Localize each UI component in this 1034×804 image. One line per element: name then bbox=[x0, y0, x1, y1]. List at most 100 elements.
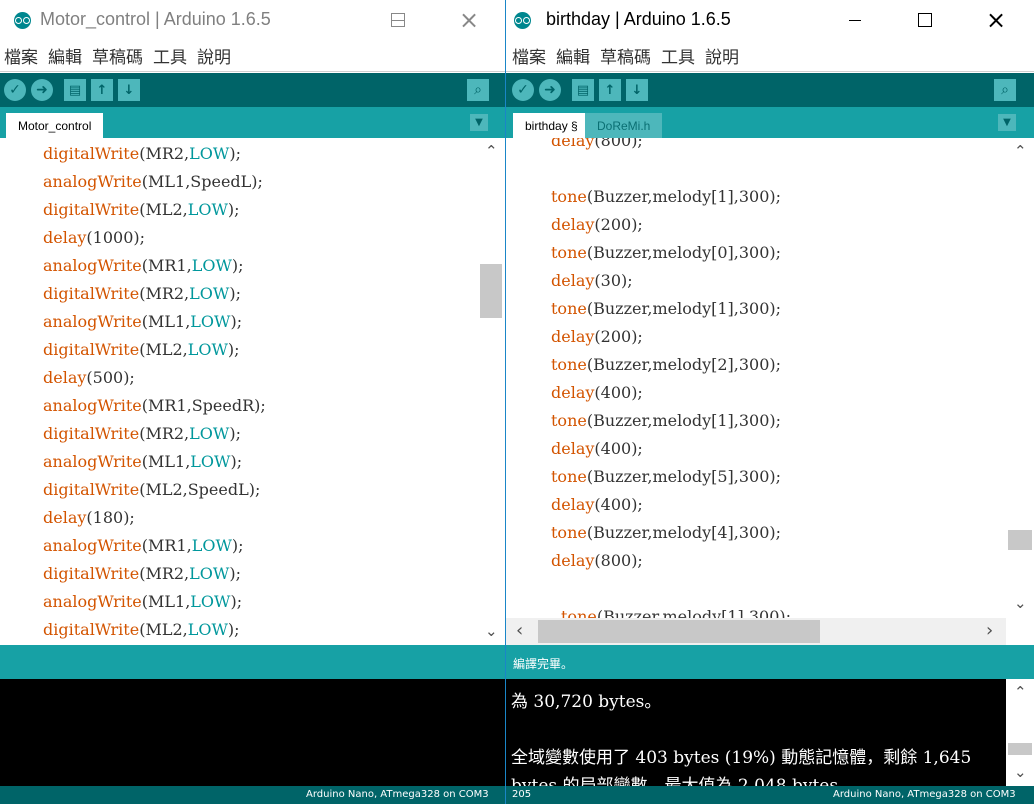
arduino-logo-icon bbox=[514, 12, 531, 29]
code-line: analogWrite(ML1,LOW); bbox=[43, 588, 242, 616]
serial-monitor-icon[interactable]: ⌕ bbox=[467, 79, 489, 101]
menu-sketch[interactable]: 草稿碼 bbox=[600, 43, 651, 68]
scroll-up-icon[interactable]: ⌃ bbox=[1014, 144, 1027, 159]
code-line: tone(Buzzer,melody[1],300); bbox=[561, 603, 791, 618]
code-token: delay bbox=[551, 271, 595, 290]
code-token: delay bbox=[43, 228, 87, 247]
code-token: ); bbox=[229, 564, 241, 583]
tab-menu-icon[interactable]: ▼ bbox=[470, 114, 488, 131]
code-line: analogWrite(MR1,LOW); bbox=[43, 532, 244, 560]
menu-tools[interactable]: 工具 bbox=[661, 43, 695, 68]
new-sketch-icon[interactable]: ▤ bbox=[572, 79, 594, 101]
scroll-right-icon[interactable]: › bbox=[986, 622, 993, 640]
code-token: (ML2, bbox=[139, 200, 188, 219]
console-vertical-scrollbar[interactable]: ⌃ ⌄ bbox=[1006, 679, 1034, 786]
open-sketch-icon[interactable]: ↑ bbox=[91, 79, 113, 101]
code-token: ); bbox=[230, 452, 243, 471]
editor-horizontal-scrollbar[interactable]: ‹ › bbox=[506, 618, 1006, 645]
code-token: (ML1, bbox=[141, 592, 191, 611]
code-token: analogWrite bbox=[43, 396, 142, 415]
maximize-button[interactable] bbox=[375, 0, 421, 40]
tab-motor-control[interactable]: Motor_control bbox=[6, 113, 104, 138]
code-token: (MR1,SpeedR); bbox=[141, 396, 266, 415]
code-line: tone(Buzzer,melody[1],300); bbox=[551, 407, 781, 435]
code-token: digitalWrite bbox=[43, 284, 140, 303]
verify-icon[interactable]: ✓ bbox=[4, 79, 26, 101]
status-message: 編譯完畢。 bbox=[513, 657, 574, 671]
editor-vertical-scrollbar[interactable]: ⌃ ⌄ bbox=[1006, 138, 1034, 618]
scroll-up-icon[interactable]: ⌃ bbox=[485, 144, 498, 159]
code-line: analogWrite(ML1,LOW); bbox=[43, 308, 242, 336]
code-token: LOW bbox=[191, 256, 232, 275]
code-token: (Buzzer,melody[1],300); bbox=[596, 607, 792, 618]
serial-monitor-icon[interactable]: ⌕ bbox=[994, 79, 1016, 101]
code-token: (MR2, bbox=[139, 144, 190, 163]
maximize-button[interactable] bbox=[902, 0, 948, 40]
code-token: LOW bbox=[190, 452, 231, 471]
code-token: (ML1, bbox=[141, 312, 191, 331]
code-line: analogWrite(ML1,SpeedL); bbox=[43, 168, 263, 196]
code-editor[interactable]: delay(800); tone(Buzzer,melody[1],300); de… bbox=[506, 138, 1006, 618]
menu-help[interactable]: 說明 bbox=[705, 43, 739, 68]
board-info: Arduino Nano, ATmega328 on COM3 bbox=[833, 789, 1016, 800]
code-token: delay bbox=[551, 383, 595, 402]
scrollbar-thumb[interactable] bbox=[1008, 530, 1032, 550]
scroll-down-icon[interactable]: ⌄ bbox=[1014, 596, 1027, 611]
save-sketch-icon[interactable]: ↓ bbox=[118, 79, 140, 101]
menu-file[interactable]: 檔案 bbox=[4, 43, 38, 68]
upload-icon[interactable]: ➜ bbox=[539, 79, 561, 101]
scroll-down-icon[interactable]: ⌄ bbox=[1014, 765, 1027, 780]
code-line: delay(200); bbox=[551, 323, 643, 351]
code-token: (Buzzer,melody[1],300); bbox=[586, 299, 782, 318]
scroll-left-icon[interactable]: ‹ bbox=[516, 622, 523, 640]
code-editor[interactable]: digitalWrite (MR2, LOW); analogWrite(ML1,Sp… bbox=[0, 138, 478, 645]
code-token: (400); bbox=[594, 439, 643, 458]
code-line: analogWrite(MR1,LOW); bbox=[43, 252, 244, 280]
editor-vertical-scrollbar[interactable]: ⌃ ⌄ bbox=[478, 138, 504, 645]
tab-doremi[interactable]: DoReMi.h bbox=[585, 113, 663, 138]
verify-icon[interactable]: ✓ bbox=[512, 79, 534, 101]
upload-icon[interactable]: ➜ bbox=[31, 79, 53, 101]
save-sketch-icon[interactable]: ↓ bbox=[626, 79, 648, 101]
code-token: (ML1, bbox=[141, 452, 191, 471]
code-line: delay(1000); bbox=[43, 224, 145, 252]
new-sketch-icon[interactable]: ▤ bbox=[64, 79, 86, 101]
scrollbar-thumb[interactable] bbox=[1008, 743, 1032, 755]
code-line: tone(Buzzer,melody[2],300); bbox=[551, 351, 781, 379]
code-line: delay(400); bbox=[551, 491, 643, 519]
menu-bar: 檔案 編輯 草稿碼 工具 說明 bbox=[506, 40, 1034, 72]
menu-help[interactable]: 說明 bbox=[197, 43, 231, 68]
close-button[interactable] bbox=[446, 0, 492, 40]
code-token: (500); bbox=[86, 368, 135, 387]
code-line: delay(180); bbox=[43, 504, 135, 532]
code-token: (400); bbox=[594, 495, 643, 514]
scroll-down-icon[interactable]: ⌄ bbox=[485, 624, 498, 639]
menu-edit[interactable]: 編輯 bbox=[556, 43, 590, 68]
menu-bar: 檔案 編輯 草稿碼 工具 說明 bbox=[0, 40, 505, 72]
scroll-up-icon[interactable]: ⌃ bbox=[1014, 685, 1027, 700]
code-token: delay bbox=[551, 138, 595, 150]
code-token: (ML2, bbox=[139, 340, 188, 359]
tab-bar: birthday § DoReMi.h ▼ bbox=[506, 107, 1034, 138]
minimize-button[interactable] bbox=[832, 0, 878, 40]
code-line: delay(400); bbox=[551, 435, 643, 463]
code-token: LOW bbox=[189, 564, 230, 583]
arduino-window-birthday: birthday | Arduino 1.6.5 檔案 編輯 草稿碼 工具 說明… bbox=[505, 0, 1034, 804]
tab-birthday[interactable]: birthday § bbox=[513, 113, 590, 138]
code-token: LOW bbox=[191, 536, 232, 555]
menu-sketch[interactable]: 草稿碼 bbox=[92, 43, 143, 68]
code-token: (ML2,SpeedL); bbox=[139, 480, 261, 499]
scrollbar-thumb[interactable] bbox=[538, 620, 820, 643]
menu-edit[interactable]: 編輯 bbox=[48, 43, 82, 68]
menu-tools[interactable]: 工具 bbox=[153, 43, 187, 68]
open-sketch-icon[interactable]: ↑ bbox=[599, 79, 621, 101]
code-line: delay(30); bbox=[551, 267, 633, 295]
tab-menu-icon[interactable]: ▼ bbox=[998, 114, 1016, 131]
code-line: digitalWrite(ML2,LOW); bbox=[43, 336, 240, 364]
menu-file[interactable]: 檔案 bbox=[512, 43, 546, 68]
code-token: (MR1, bbox=[141, 256, 192, 275]
close-button[interactable] bbox=[973, 0, 1019, 40]
footer-bar: 205 Arduino Nano, ATmega328 on COM3 bbox=[506, 786, 1034, 804]
scrollbar-thumb[interactable] bbox=[480, 264, 502, 318]
code-token: ); bbox=[230, 592, 243, 611]
